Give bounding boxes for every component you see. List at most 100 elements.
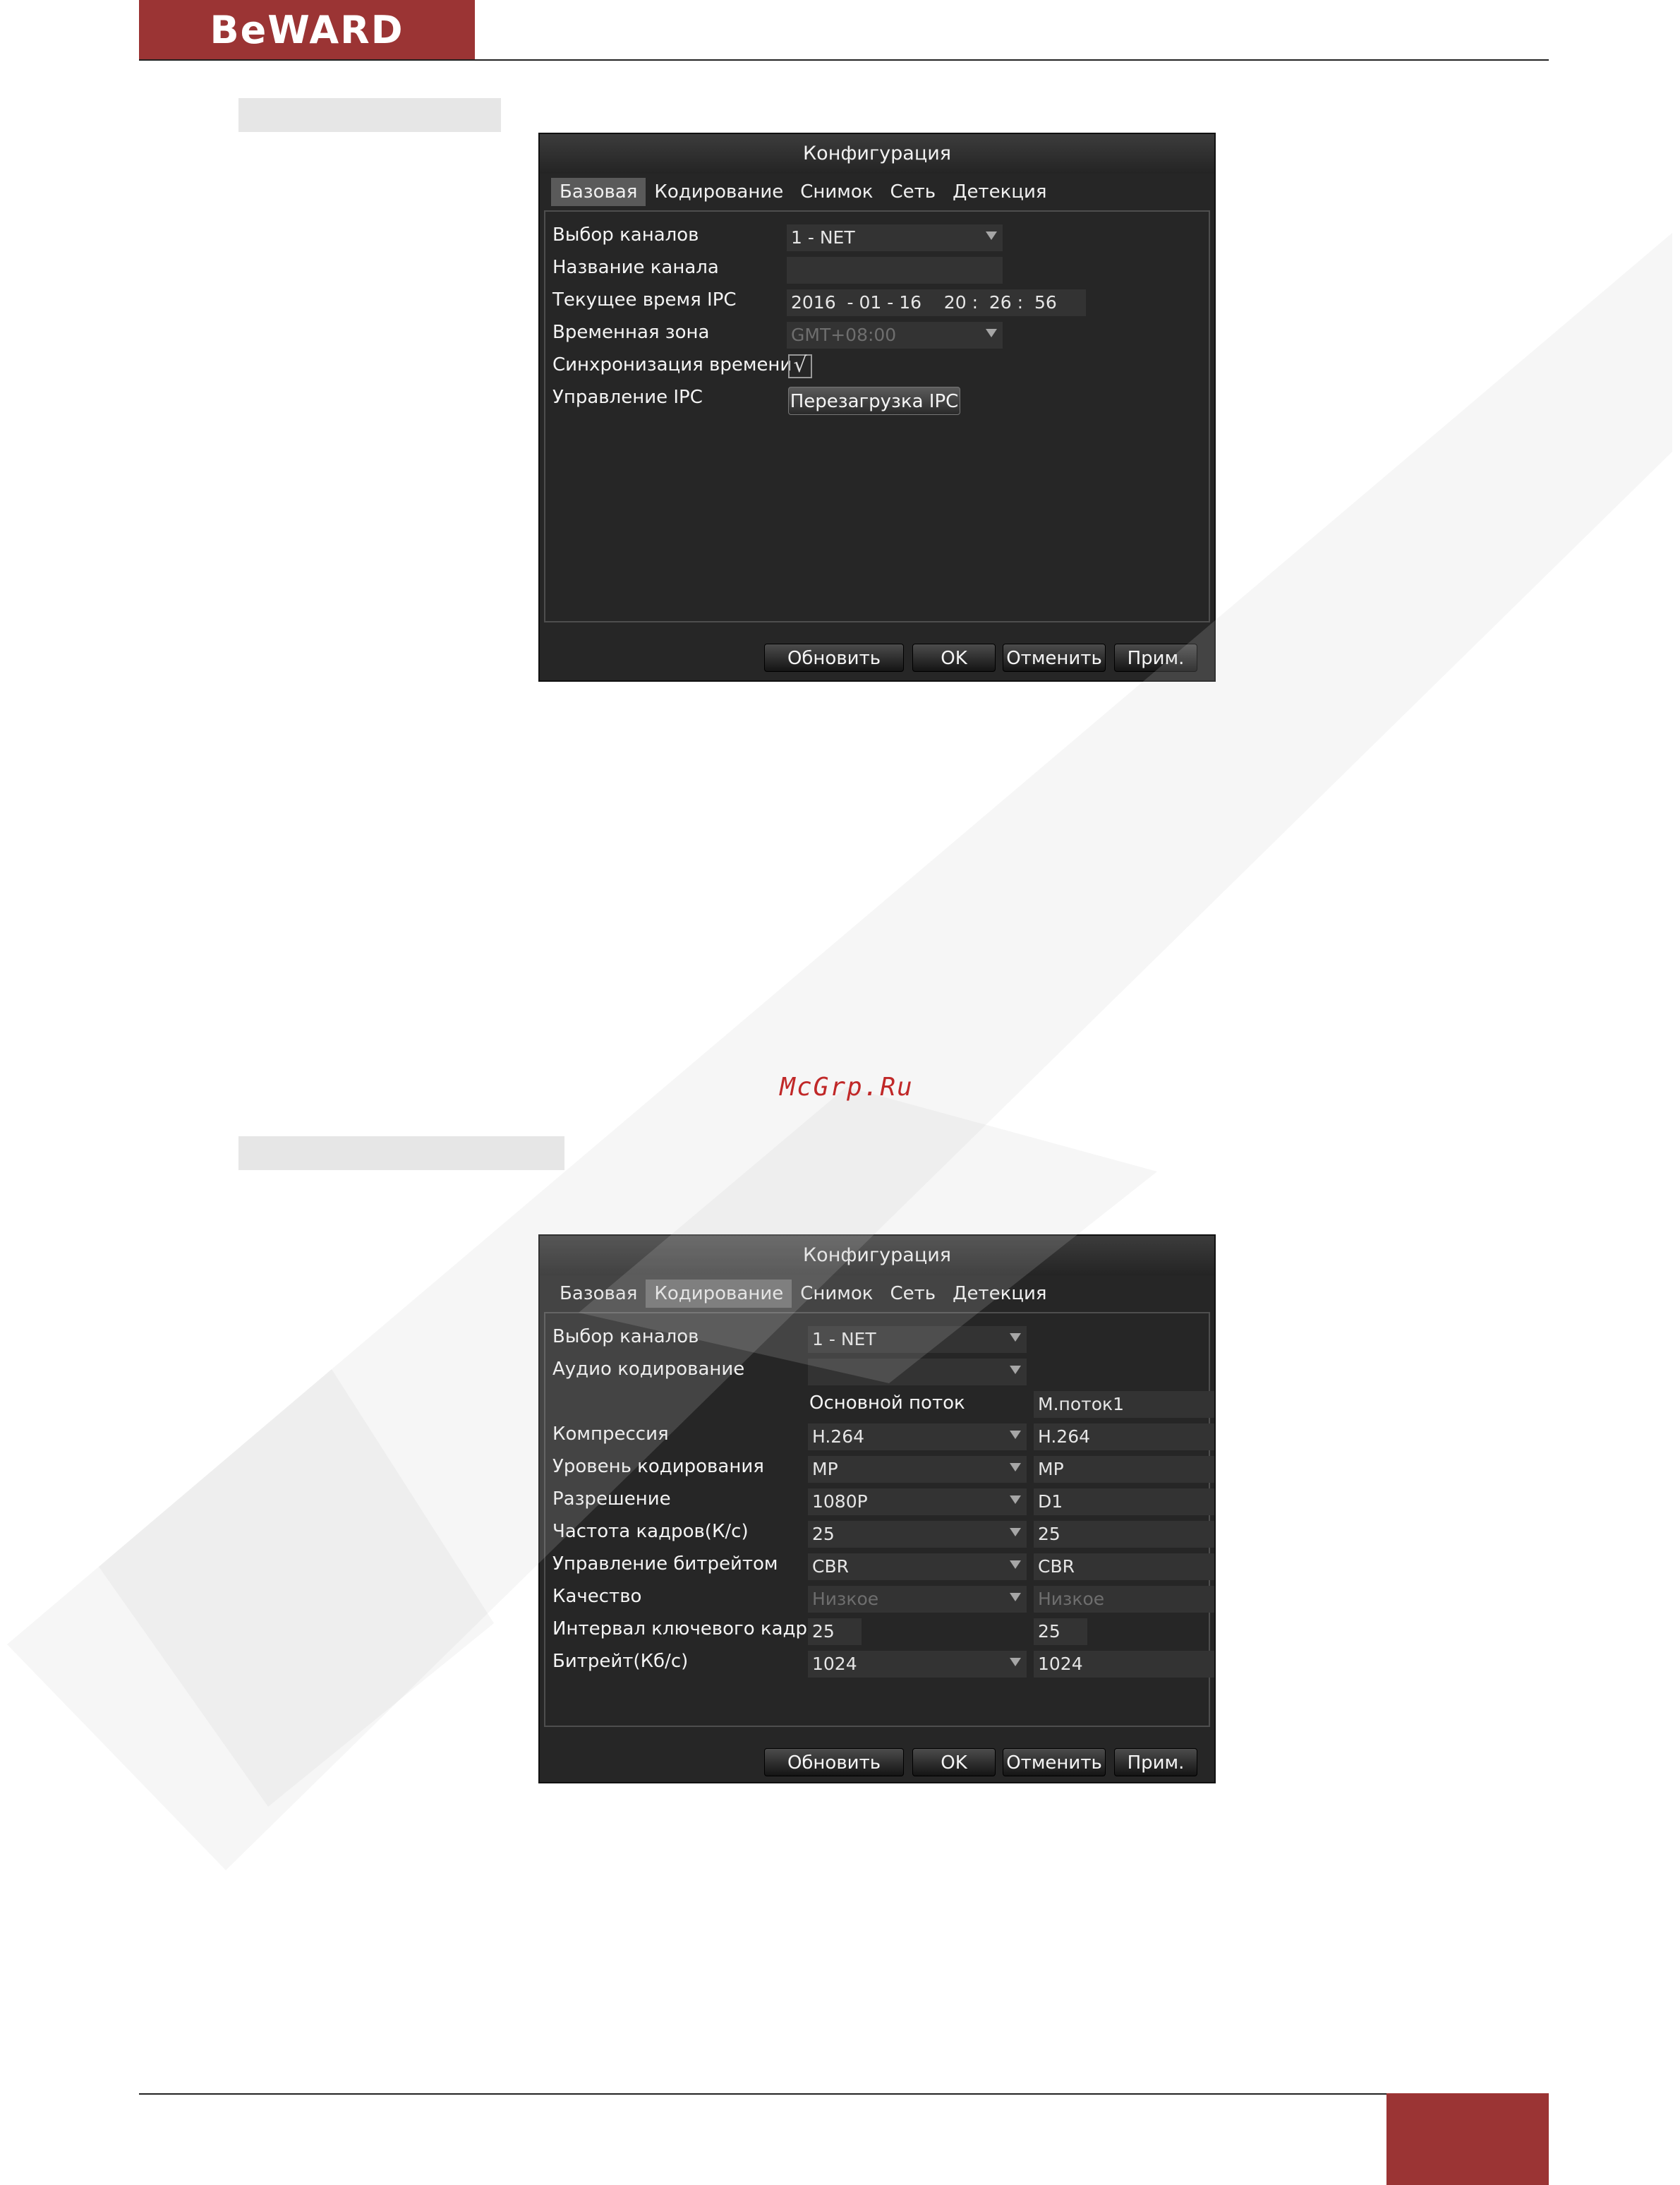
tab-basic[interactable]: Базовая [551,1280,646,1308]
channel-select[interactable]: 1 - NET [787,224,1003,251]
chevron-down-icon [1010,1658,1021,1666]
chevron-down-icon [1010,1495,1021,1504]
tab-snapshot[interactable]: Снимок [792,178,881,206]
time-sync-checkbox[interactable]: √ [788,354,812,378]
gop-label: Интервал ключевого кадра [552,1618,818,1639]
sub-fps-value: 25 [1038,1524,1060,1544]
main-level-value: MP [812,1459,838,1479]
sub-bitrate-select[interactable]: 1024 [1034,1651,1214,1678]
main-bitrate-control-value: CBR [812,1556,849,1577]
sub-level-value: MP [1038,1459,1064,1479]
top-rule [139,59,1549,61]
audio-select[interactable] [808,1359,1027,1385]
level-label: Уровень кодирования [552,1456,764,1477]
sub-bitrate-value: 1024 [1038,1654,1083,1674]
tab-bar: Базовая Кодирование Снимок Сеть Детекция [551,178,1056,206]
bitrate-label: Битрейт(Кб/с) [552,1651,689,1672]
refresh-button[interactable]: Обновить [764,1748,904,1776]
ok-button[interactable]: OK [912,1748,996,1776]
channel-name-input[interactable] [787,257,1003,284]
tab-network[interactable]: Сеть [882,1280,945,1308]
chevron-down-icon [1010,1431,1021,1439]
apply-button[interactable]: Прим. [1114,1748,1197,1776]
sub-quality-select[interactable]: Низкое [1034,1586,1214,1613]
main-compression-select[interactable]: H.264 [808,1423,1027,1450]
main-gop-input[interactable]: 25 [808,1618,862,1645]
bitrate-control-label: Управление битрейтом [552,1553,778,1575]
timezone-label: Временная зона [552,322,710,343]
brand-logo: BeWARD [139,0,475,59]
logo-text: BeWARD [210,7,404,52]
compression-label: Компрессия [552,1423,669,1445]
main-fps-select[interactable]: 25 [808,1521,1027,1548]
resolution-label: Разрешение [552,1488,671,1510]
ipc-control-label: Управление IPC [552,387,703,408]
dialog-title: Конфигурация [540,1236,1214,1275]
config-dialog-encoding: Конфигурация Базовая Кодирование Снимок … [538,1234,1216,1783]
reboot-ipc-button[interactable]: Перезагрузка IPC [788,387,960,415]
channel-value: 1 - NET [812,1329,876,1349]
tab-detection[interactable]: Детекция [944,1280,1055,1308]
main-bitrate-select[interactable]: 1024 [808,1651,1027,1678]
tab-encoding[interactable]: Кодирование [646,1280,792,1308]
channel-label: Выбор каналов [552,224,699,246]
channel-name-label: Название канала [552,257,719,278]
bottom-rule [139,2093,1386,2095]
main-quality-select[interactable]: Низкое [808,1586,1027,1613]
sub-bitrate-control-select[interactable]: CBR [1034,1553,1214,1580]
tab-snapshot[interactable]: Снимок [792,1280,881,1308]
timezone-value: GMT+08:00 [791,325,897,345]
quality-label: Качество [552,1586,642,1607]
sub-stream-header: М.поток1 [1034,1391,1214,1418]
main-stream-header: Основной поток [809,1392,965,1414]
chevron-down-icon [1010,1560,1021,1569]
refresh-button[interactable]: Обновить [764,644,904,672]
sub-resolution-value: D1 [1038,1491,1063,1512]
fps-label: Частота кадров(К/с) [552,1521,749,1542]
main-bitrate-value: 1024 [812,1654,857,1674]
ipc-time-input[interactable]: 2016 - 01 - 16 20 : 26 : 56 [787,289,1086,316]
tab-network[interactable]: Сеть [882,178,945,206]
main-compression-value: H.264 [812,1426,865,1447]
channel-select[interactable]: 1 - NET [808,1326,1027,1353]
main-resolution-select[interactable]: 1080P [808,1488,1027,1515]
tab-bar: Базовая Кодирование Снимок Сеть Детекция [551,1280,1056,1308]
chevron-down-icon [986,231,997,240]
main-resolution-value: 1080P [812,1491,868,1512]
apply-button[interactable]: Прим. [1114,644,1197,672]
chevron-down-icon [1010,1333,1021,1342]
chevron-down-icon [986,329,997,337]
ok-button[interactable]: OK [912,644,996,672]
cancel-button[interactable]: Отменить [1003,644,1106,672]
timezone-select[interactable]: GMT+08:00 [787,322,1003,349]
chevron-down-icon [1010,1593,1021,1601]
watermark-link[interactable]: McGrp.Ru [706,1073,988,1102]
chevron-down-icon [1010,1528,1021,1536]
chevron-down-icon [1010,1463,1021,1471]
tab-encoding[interactable]: Кодирование [646,178,792,206]
main-quality-value: Низкое [812,1589,879,1609]
sub-level-select[interactable]: MP [1034,1456,1214,1483]
time-sync-label: Синхронизация времени [552,354,792,375]
channel-value: 1 - NET [791,227,855,248]
tab-detection[interactable]: Детекция [944,178,1055,206]
caption-bar-2 [238,1136,564,1170]
sub-resolution-select[interactable]: D1 [1034,1488,1214,1515]
main-level-select[interactable]: MP [808,1456,1027,1483]
caption-bar-1 [238,98,501,132]
main-bitrate-control-select[interactable]: CBR [808,1553,1027,1580]
audio-label: Аудио кодирование [552,1359,745,1380]
page-number-box [1386,2093,1549,2185]
channel-label: Выбор каналов [552,1326,699,1347]
sub-fps-select[interactable]: 25 [1034,1521,1214,1548]
sub-bitrate-control-value: CBR [1038,1556,1075,1577]
sub-compression-value: H.264 [1038,1426,1091,1447]
main-fps-value: 25 [812,1524,835,1544]
dialog-title: Конфигурация [540,134,1214,174]
sub-gop-input[interactable]: 25 [1034,1618,1087,1645]
sub-compression-select[interactable]: H.264 [1034,1423,1214,1450]
tab-basic[interactable]: Базовая [551,178,646,206]
config-dialog-basic: Конфигурация Базовая Кодирование Снимок … [538,133,1216,682]
cancel-button[interactable]: Отменить [1003,1748,1106,1776]
ipc-time-label: Текущее время IPC [552,289,737,311]
